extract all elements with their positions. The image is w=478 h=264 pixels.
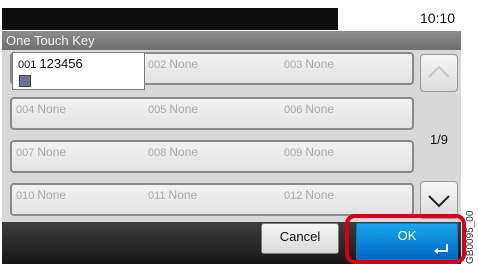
key-row-2: 004 None 005 None 006 None xyxy=(10,97,414,130)
chevron-down-icon xyxy=(428,195,450,208)
image-id-label: GB0095_00 xyxy=(465,210,476,264)
clock: 10:10 xyxy=(419,10,455,26)
page-scroll: 1/9 xyxy=(419,52,459,221)
chevron-up-icon xyxy=(428,65,450,78)
key-006[interactable]: 006 None xyxy=(284,102,334,116)
status-bar: 10:10 xyxy=(2,8,461,30)
key-002[interactable]: 002 None xyxy=(148,57,198,71)
key-label: 123456 xyxy=(39,56,83,71)
key-001-selected[interactable]: 001 123456 xyxy=(12,52,145,90)
key-004[interactable]: 004 None xyxy=(16,102,66,116)
key-009[interactable]: 009 None xyxy=(284,145,334,159)
key-007[interactable]: 007 None xyxy=(16,145,66,159)
ok-highlight-frame xyxy=(345,214,466,264)
scroll-up-button[interactable] xyxy=(420,54,458,92)
fax-destination-icon xyxy=(19,75,31,87)
key-003[interactable]: 003 None xyxy=(284,57,334,71)
key-row-3: 007 None 008 None 009 None xyxy=(10,140,414,173)
key-row-4: 010 None 011 None 012 None xyxy=(10,183,414,216)
key-005[interactable]: 005 None xyxy=(148,102,198,116)
page-title: One Touch Key xyxy=(2,31,461,50)
key-number: 001 xyxy=(18,59,37,71)
key-011[interactable]: 011 None xyxy=(148,188,197,202)
one-touch-key-screen: 10:10 One Touch Key 002 None 003 None 001 1… xyxy=(0,0,466,264)
key-008[interactable]: 008 None xyxy=(148,145,198,159)
page-indicator: 1/9 xyxy=(429,132,449,147)
cancel-button[interactable]: Cancel xyxy=(261,223,339,254)
status-message-area xyxy=(2,8,338,30)
key-012[interactable]: 012 None xyxy=(284,188,334,202)
key-010[interactable]: 010 None xyxy=(16,188,66,202)
